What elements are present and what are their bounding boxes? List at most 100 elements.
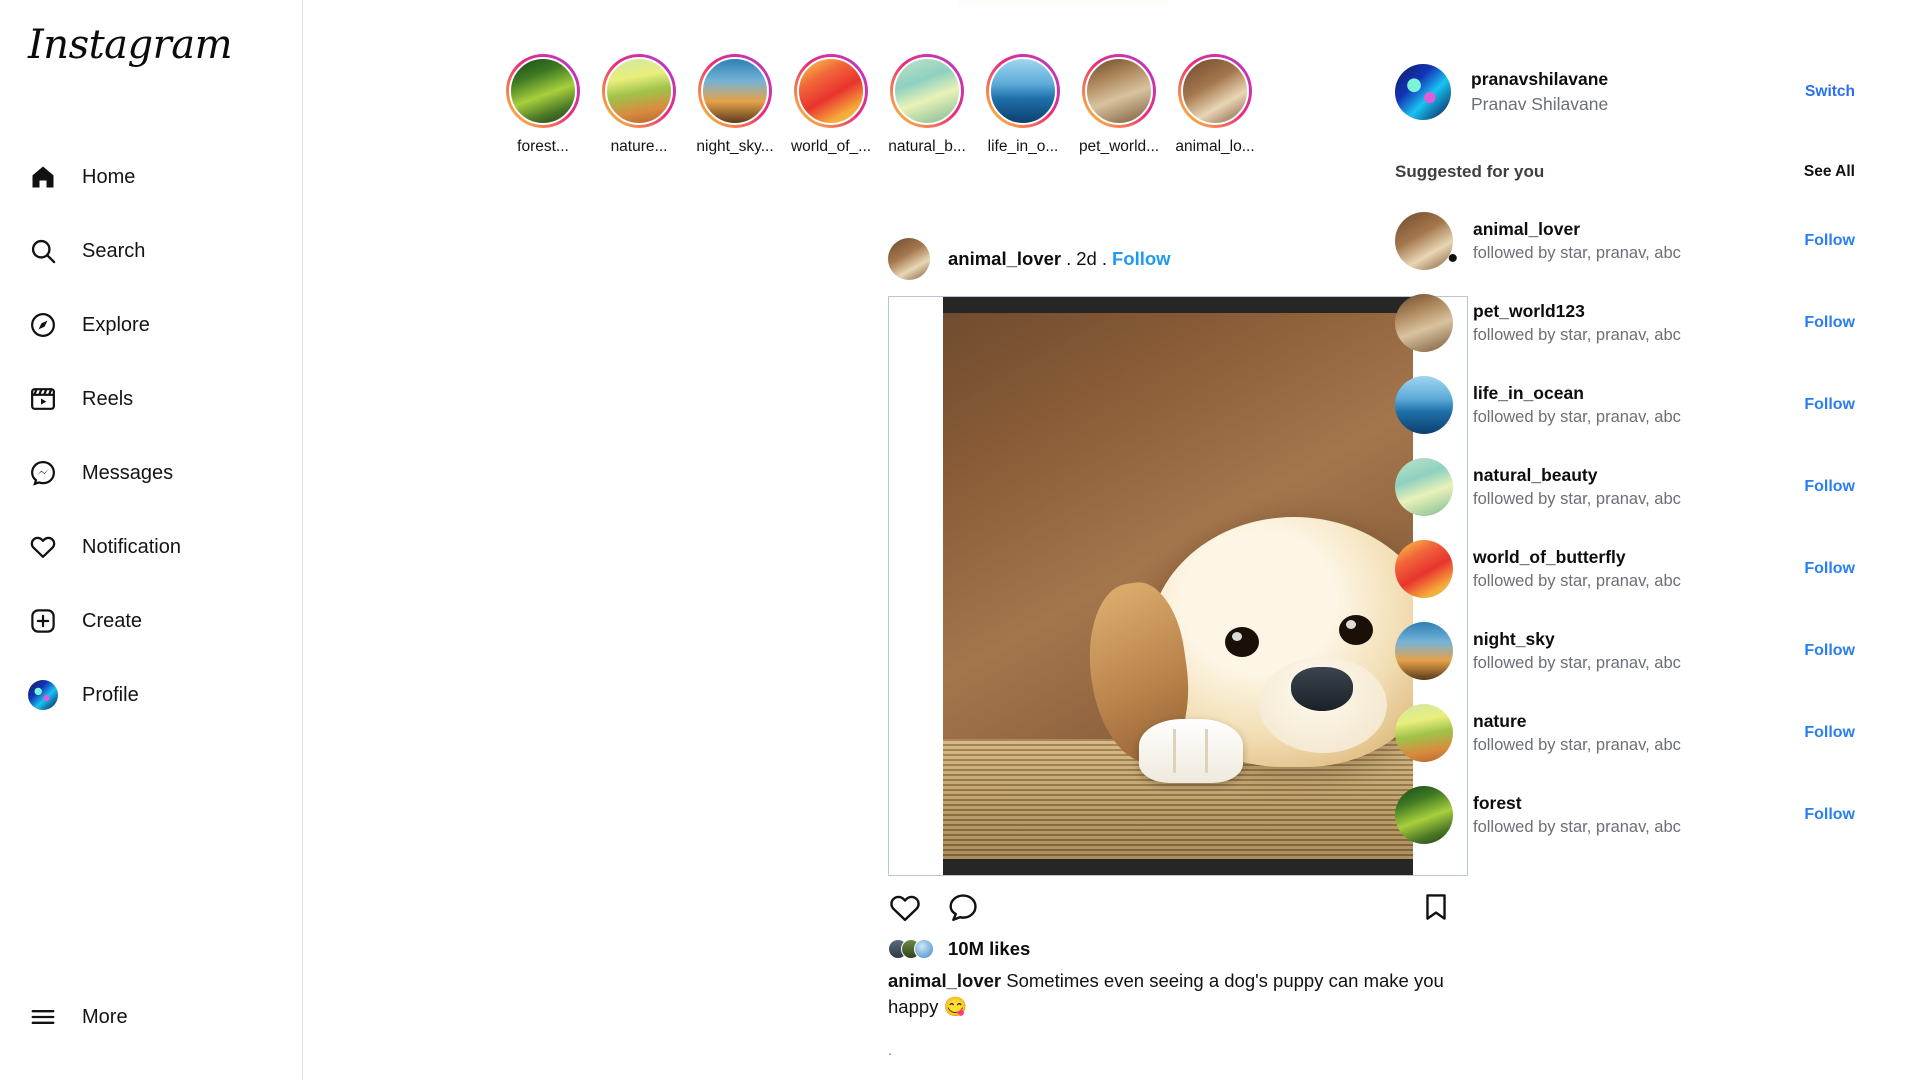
list-item[interactable]: nature followed by star, pranav, abc Fol… xyxy=(1395,692,1855,774)
likes-row[interactable]: 10M likes xyxy=(888,938,1468,960)
list-item[interactable]: world_of_butterfly followed by star, pra… xyxy=(1395,528,1855,610)
like-icon[interactable] xyxy=(888,891,922,925)
follow-button[interactable]: Follow xyxy=(1804,642,1855,660)
list-item[interactable]: life_in_ocean followed by star, pranav, … xyxy=(1395,364,1855,446)
story-ring xyxy=(986,54,1060,128)
follow-button[interactable]: Follow xyxy=(1804,806,1855,824)
post-media-frame[interactable] xyxy=(888,296,1468,876)
post-separator-2: . xyxy=(1101,248,1107,269)
list-item[interactable]: forest followed by star, pranav, abc Fol… xyxy=(1395,774,1855,856)
list-item[interactable]: animal_lover followed by star, pranav, a… xyxy=(1395,200,1855,282)
story-ring xyxy=(506,54,580,128)
list-item[interactable]: pet_world123 followed by star, pranav, a… xyxy=(1395,282,1855,364)
suggestion-text: world_of_butterfly followed by star, pra… xyxy=(1473,547,1681,591)
story-thumbnail xyxy=(1085,57,1153,125)
follow-button[interactable]: Follow xyxy=(1804,560,1855,578)
avatar-icon xyxy=(28,680,58,710)
story-thumbnail xyxy=(797,57,865,125)
current-account-username[interactable]: pranavshilavane xyxy=(1471,69,1608,90)
current-account-row[interactable]: pranavshilavane Pranav Shilavane Switch xyxy=(1395,57,1855,127)
sidebar-item-search[interactable]: Search xyxy=(0,214,303,288)
post-timestamp: 2d xyxy=(1076,248,1097,269)
suggestion-avatar[interactable] xyxy=(1395,294,1453,352)
story-ring xyxy=(698,54,772,128)
caption-username[interactable]: animal_lover xyxy=(888,970,1001,991)
suggestion-avatar[interactable] xyxy=(1395,376,1453,434)
suggestion-username[interactable]: night_sky xyxy=(1473,629,1681,650)
post-follow-button[interactable]: Follow xyxy=(1112,248,1171,270)
story-item-nature[interactable]: nature... xyxy=(602,54,676,156)
story-ring xyxy=(794,54,868,128)
suggestion-avatar[interactable] xyxy=(1395,212,1453,270)
story-item-animal-lover[interactable]: animal_lo... xyxy=(1175,54,1255,156)
comment-icon[interactable] xyxy=(946,891,980,925)
switch-account-button[interactable]: Switch xyxy=(1805,83,1855,101)
stories-tray[interactable]: forest... nature... night_sky... world_o… xyxy=(506,54,1255,156)
media-letterbox-top xyxy=(943,297,1413,313)
suggestion-subtitle: followed by star, pranav, abc xyxy=(1473,244,1681,262)
suggestion-text: pet_world123 followed by star, pranav, a… xyxy=(1473,301,1681,345)
suggestion-avatar[interactable] xyxy=(1395,622,1453,680)
follow-button[interactable]: Follow xyxy=(1804,396,1855,414)
likes-count[interactable]: 10M likes xyxy=(948,938,1030,960)
current-account-avatar[interactable] xyxy=(1395,64,1451,120)
plus-circle-icon xyxy=(28,606,58,636)
story-thumbnail xyxy=(893,57,961,125)
list-item[interactable]: natural_beauty followed by star, pranav,… xyxy=(1395,446,1855,528)
suggestion-username[interactable]: world_of_butterfly xyxy=(1473,547,1681,568)
sidebar-item-more[interactable]: More xyxy=(0,980,303,1054)
story-item-natural-beauty[interactable]: natural_b... xyxy=(888,54,966,156)
story-thumbnail xyxy=(1181,57,1249,125)
sidebar-item-label-notification: Notification xyxy=(82,536,181,558)
story-item-forest[interactable]: forest... xyxy=(506,54,580,156)
sidebar-item-notification[interactable]: Notification xyxy=(0,510,303,584)
bookmark-icon[interactable] xyxy=(1420,891,1454,925)
left-sidebar: Instagram Home Search Explore Reels Mess… xyxy=(0,0,303,1080)
see-all-button[interactable]: See All xyxy=(1804,163,1855,181)
suggestions-header: Suggested for you See All xyxy=(1395,162,1855,182)
post-author-username[interactable]: animal_lover xyxy=(948,248,1061,270)
suggestion-username[interactable]: forest xyxy=(1473,793,1681,814)
post-separator-1: . xyxy=(1066,248,1072,269)
instagram-logo[interactable]: Instagram xyxy=(28,22,233,68)
story-label: life_in_o... xyxy=(987,138,1059,155)
current-account-fullname: Pranav Shilavane xyxy=(1471,94,1609,114)
story-item-life-in-ocean[interactable]: life_in_o... xyxy=(986,54,1060,156)
sidebar-item-home[interactable]: Home xyxy=(0,140,303,214)
suggestion-text: night_sky followed by star, pranav, abc xyxy=(1473,629,1681,673)
story-thumbnail xyxy=(605,57,673,125)
sidebar-item-messages[interactable]: Messages xyxy=(0,436,303,510)
post-author-avatar[interactable] xyxy=(888,238,930,280)
post-actions xyxy=(888,882,1468,934)
suggestion-username[interactable]: pet_world123 xyxy=(1473,301,1681,322)
suggestion-username[interactable]: life_in_ocean xyxy=(1473,383,1681,404)
sidebar-item-explore[interactable]: Explore xyxy=(0,288,303,362)
suggestion-text: forest followed by star, pranav, abc xyxy=(1473,793,1681,837)
story-item-pet-world[interactable]: pet_world... xyxy=(1079,54,1159,156)
current-account-text: pranavshilavane Pranav Shilavane xyxy=(1471,69,1608,115)
follow-button[interactable]: Follow xyxy=(1804,724,1855,742)
follow-button[interactable]: Follow xyxy=(1804,232,1855,250)
suggestions-list: animal_lover followed by star, pranav, a… xyxy=(1395,200,1855,856)
scrolled-story-sliver xyxy=(958,0,1168,9)
sidebar-item-create[interactable]: Create xyxy=(0,584,303,658)
suggestion-avatar[interactable] xyxy=(1395,704,1453,762)
suggestion-username[interactable]: natural_beauty xyxy=(1473,465,1681,486)
suggestion-avatar[interactable] xyxy=(1395,458,1453,516)
story-ring xyxy=(1082,54,1156,128)
suggestion-username[interactable]: nature xyxy=(1473,711,1681,732)
right-rail: pranavshilavane Pranav Shilavane Switch … xyxy=(1395,0,1855,856)
list-item[interactable]: night_sky followed by star, pranav, abc … xyxy=(1395,610,1855,692)
sidebar-item-reels[interactable]: Reels xyxy=(0,362,303,436)
sidebar-item-label-create: Create xyxy=(82,610,143,632)
suggestion-avatar[interactable] xyxy=(1395,786,1453,844)
sidebar-item-profile[interactable]: Profile xyxy=(0,658,303,732)
story-item-night-sky[interactable]: night_sky... xyxy=(696,54,774,156)
follow-button[interactable]: Follow xyxy=(1804,478,1855,496)
suggestion-username[interactable]: animal_lover xyxy=(1473,219,1681,240)
story-thumbnail xyxy=(701,57,769,125)
puppy-nose xyxy=(1291,667,1353,711)
follow-button[interactable]: Follow xyxy=(1804,314,1855,332)
suggestion-avatar[interactable] xyxy=(1395,540,1453,598)
story-item-world-of-butterfly[interactable]: world_of_... xyxy=(791,54,871,156)
